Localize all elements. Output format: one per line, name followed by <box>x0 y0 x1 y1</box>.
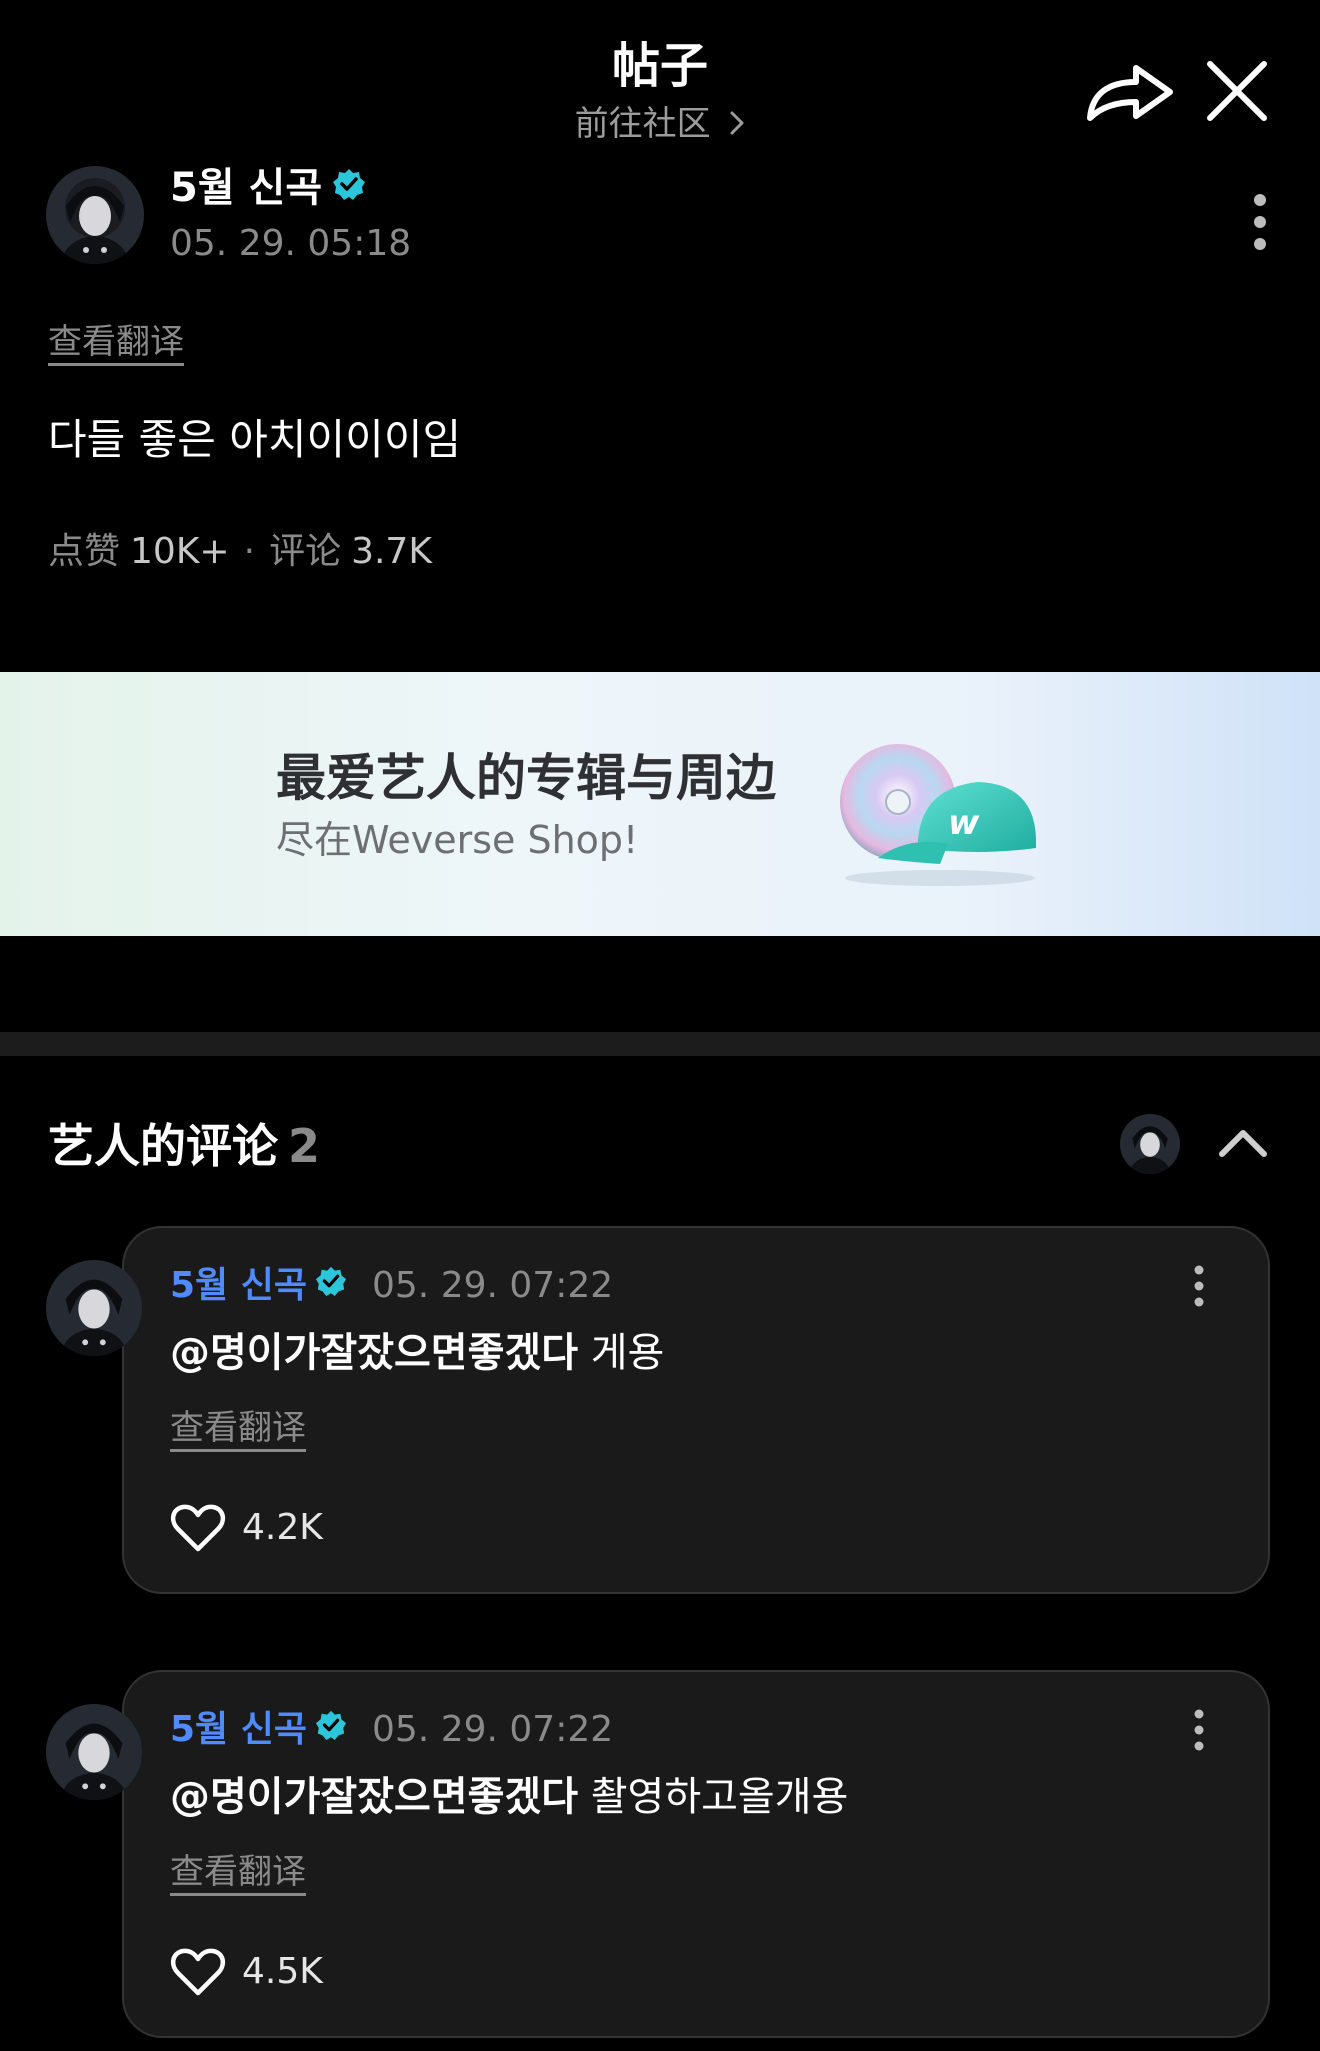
share-icon <box>1087 65 1173 121</box>
community-link-label: 前往社区 <box>574 104 711 144</box>
comment-like-button[interactable]: 4.5K <box>170 1946 323 1998</box>
comment-author-row[interactable]: 5월 신곡 <box>170 1704 347 1756</box>
close-icon <box>1207 61 1267 121</box>
more-vertical-icon <box>1194 1265 1204 1307</box>
comment-text: @명이가잘잤으면좋겠다 촬영하고올개용 <box>170 1768 848 1826</box>
comment-more-button[interactable] <box>1178 1706 1220 1754</box>
section-divider <box>0 1032 1320 1056</box>
comment-translate-link[interactable]: 查看翻译 <box>170 1848 306 1896</box>
more-vertical-icon <box>1254 194 1266 250</box>
post-time: 05. 29. 05:18 <box>170 223 412 264</box>
comment-author-row[interactable]: 5월 신곡 <box>170 1260 347 1312</box>
author-avatar[interactable] <box>46 166 144 264</box>
comment-author-avatar[interactable] <box>46 1704 142 1800</box>
comment-time: 05. 29. 07:22 <box>372 1265 614 1306</box>
author-name: 5월 신곡 <box>170 165 323 211</box>
comment-author-name: 5월 신곡 <box>170 1265 307 1306</box>
heart-icon <box>170 1948 226 1996</box>
comment-mention[interactable]: @명이가잘잤으면좋겠다 <box>170 1330 578 1376</box>
comment-author-avatar[interactable] <box>46 1260 142 1356</box>
chevron-right-icon <box>729 100 745 152</box>
comments-count: 3.7K <box>351 531 432 572</box>
comment-time: 05. 29. 07:22 <box>372 1709 614 1750</box>
comment-like-count: 4.5K <box>242 1951 323 1992</box>
comment-like-button[interactable]: 4.2K <box>170 1502 323 1554</box>
post-stats: 点赞 10K+ · 评论 3.7K <box>48 526 432 578</box>
comment-translate-link[interactable]: 查看翻译 <box>170 1404 306 1452</box>
share-button[interactable] <box>1078 54 1186 130</box>
comment-mention[interactable]: @명이가잘잤으면좋겠다 <box>170 1774 578 1820</box>
comment-text: @명이가잘잤으면좋겠다 게용 <box>170 1324 664 1382</box>
comment-body: 게용 <box>590 1330 665 1376</box>
more-vertical-icon <box>1194 1709 1204 1751</box>
chevron-up-icon <box>1219 1130 1267 1157</box>
verified-badge-icon <box>332 160 366 216</box>
close-button[interactable] <box>1198 54 1276 130</box>
post-content: 다들 좋은 아치이이이임 <box>48 415 462 464</box>
stats-separator: · <box>243 531 256 572</box>
banner-subtitle: 尽在Weverse Shop! <box>276 818 639 862</box>
comment-like-count: 4.2K <box>242 1507 323 1548</box>
verified-badge-icon <box>315 1704 347 1756</box>
post-translate-link[interactable]: 查看翻译 <box>48 318 184 366</box>
likes-label: 点赞 <box>48 531 121 572</box>
comment-body: 촬영하고올개용 <box>590 1774 849 1820</box>
artist-comments-header: 艺人的评论 2 <box>48 1114 320 1178</box>
comments-label: 评论 <box>269 531 342 572</box>
svg-text:w: w <box>948 803 980 843</box>
comment-more-button[interactable] <box>1178 1262 1220 1310</box>
heart-icon <box>170 1504 226 1552</box>
verified-badge-icon <box>315 1260 347 1312</box>
artist-avatar-small[interactable] <box>1120 1114 1180 1174</box>
collapse-button[interactable] <box>1214 1116 1272 1172</box>
artist-comments-title: 艺人的评论 <box>48 1119 278 1173</box>
artist-comments-count: 2 <box>288 1119 321 1173</box>
author-name-row[interactable]: 5월 신곡 <box>170 160 366 216</box>
album-cap-illustration-icon: w <box>828 740 1052 890</box>
likes-count: 10K+ <box>130 531 230 572</box>
banner-title: 最爱艺人的专辑与周边 <box>276 749 776 807</box>
comment-author-name: 5월 신곡 <box>170 1709 307 1750</box>
post-more-button[interactable] <box>1236 190 1284 254</box>
